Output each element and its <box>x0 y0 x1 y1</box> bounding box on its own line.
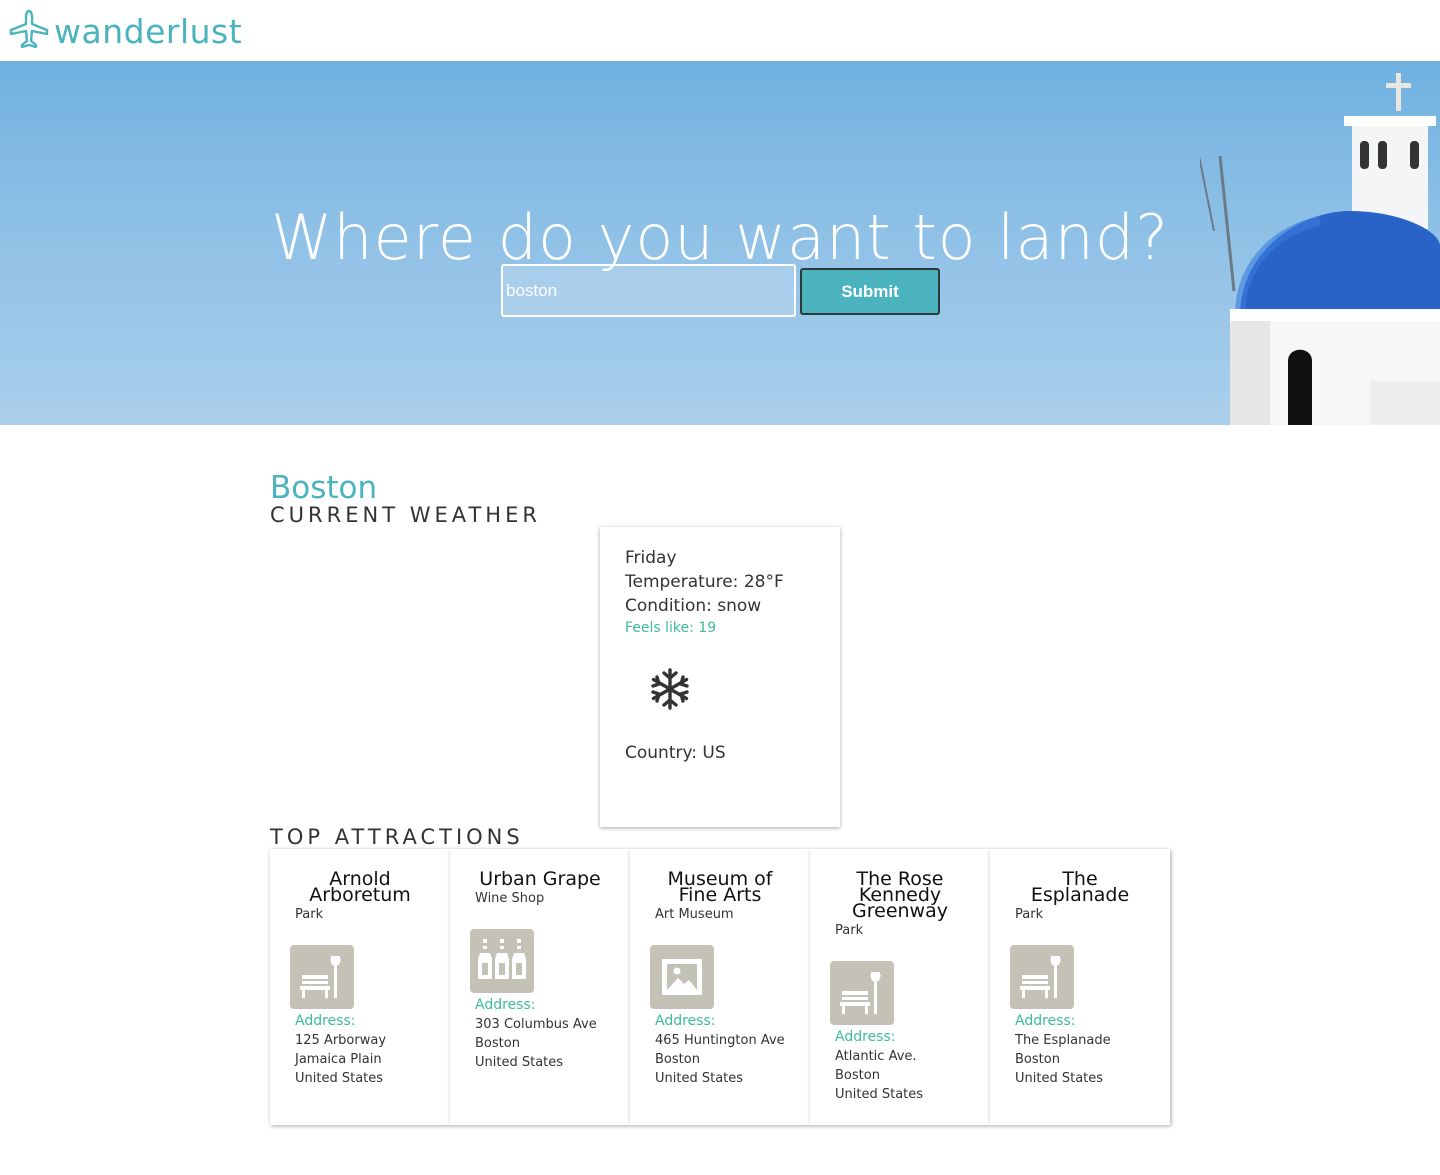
submit-button[interactable]: Submit <box>800 268 940 315</box>
address-line: The Esplanade <box>1015 1033 1111 1048</box>
address-line: United States <box>835 1087 924 1102</box>
attraction-name: Urban Grape <box>479 868 601 890</box>
attraction-name: Arnold Arboretum <box>309 868 411 906</box>
park-bench-icon <box>1010 945 1074 1009</box>
address-line: Jamaica Plain <box>295 1052 382 1067</box>
address-label: Address: <box>475 997 536 1013</box>
address-line: Boston <box>1015 1052 1060 1067</box>
attractions-list: Arnold Arboretum Park Address: 125 Arbor… <box>270 849 1170 1125</box>
wine-bottles-icon <box>470 929 534 993</box>
attraction-card[interactable]: Museum of Fine Arts Art Museum Address: … <box>630 849 810 1125</box>
park-bench-icon <box>290 945 354 1009</box>
weather-temperature: Temperature: 28°F <box>625 572 784 592</box>
address-line: Boston <box>475 1036 520 1051</box>
attraction-type: Wine Shop <box>475 891 545 906</box>
address-line: Boston <box>835 1068 880 1083</box>
address-line: 125 Arborway <box>295 1033 387 1048</box>
attraction-card[interactable]: The Esplanade Park Address: The Esplanad… <box>990 849 1170 1125</box>
address-line: Atlantic Ave. <box>835 1049 917 1064</box>
current-weather-heading: CURRENT WEATHER <box>270 503 541 527</box>
brand-name: wanderlust <box>54 11 243 51</box>
address-label: Address: <box>655 1013 716 1029</box>
address-label: Address: <box>1015 1013 1076 1029</box>
attraction-name: The Esplanade <box>1030 868 1130 906</box>
brand-logo[interactable]: wanderlust <box>8 8 242 54</box>
park-bench-icon <box>830 961 894 1025</box>
hero-banner: Where do you want to land? <box>0 61 1440 425</box>
address-line: United States <box>475 1055 564 1070</box>
attraction-type: Park <box>295 907 324 922</box>
address-label: Address: <box>835 1029 896 1045</box>
address-line: United States <box>295 1071 384 1086</box>
weather-country: Country: US <box>625 743 726 763</box>
attraction-name: The Rose Kennedy Greenway <box>852 868 948 922</box>
attraction-name: Museum of Fine Arts <box>667 868 773 906</box>
attraction-type: Art Museum <box>655 907 734 922</box>
city-name: Boston <box>270 470 378 506</box>
top-bar: wanderlust <box>0 0 1440 61</box>
weather-day: Friday <box>625 548 677 568</box>
weather-condition: Condition: snow <box>625 596 762 616</box>
airplane-icon <box>8 8 50 54</box>
address-line: 303 Columbus Ave <box>475 1017 597 1032</box>
address-line: United States <box>1015 1071 1104 1086</box>
attraction-card[interactable]: Arnold Arboretum Park Address: 125 Arbor… <box>270 849 450 1125</box>
weather-feels-like: Feels like: 19 <box>625 620 717 636</box>
weather-card: Friday Temperature: 28°F Condition: snow… <box>600 527 840 827</box>
attraction-card[interactable]: The Rose Kennedy Greenway Park Address: … <box>810 849 990 1125</box>
address-line: 465 Huntington Ave <box>655 1033 785 1048</box>
address-label: Address: <box>295 1013 356 1029</box>
attraction-card[interactable]: Urban Grape Wine Shop Address: 303 Colum… <box>450 849 630 1125</box>
address-line: Boston <box>655 1052 700 1067</box>
destination-search-input[interactable] <box>501 264 796 317</box>
picture-frame-icon <box>650 945 714 1009</box>
top-attractions-heading: TOP ATTRACTIONS <box>270 825 524 849</box>
attraction-type: Park <box>835 923 864 938</box>
snowflake-icon <box>651 668 689 710</box>
attraction-type: Park <box>1015 907 1044 922</box>
address-line: United States <box>655 1071 744 1086</box>
